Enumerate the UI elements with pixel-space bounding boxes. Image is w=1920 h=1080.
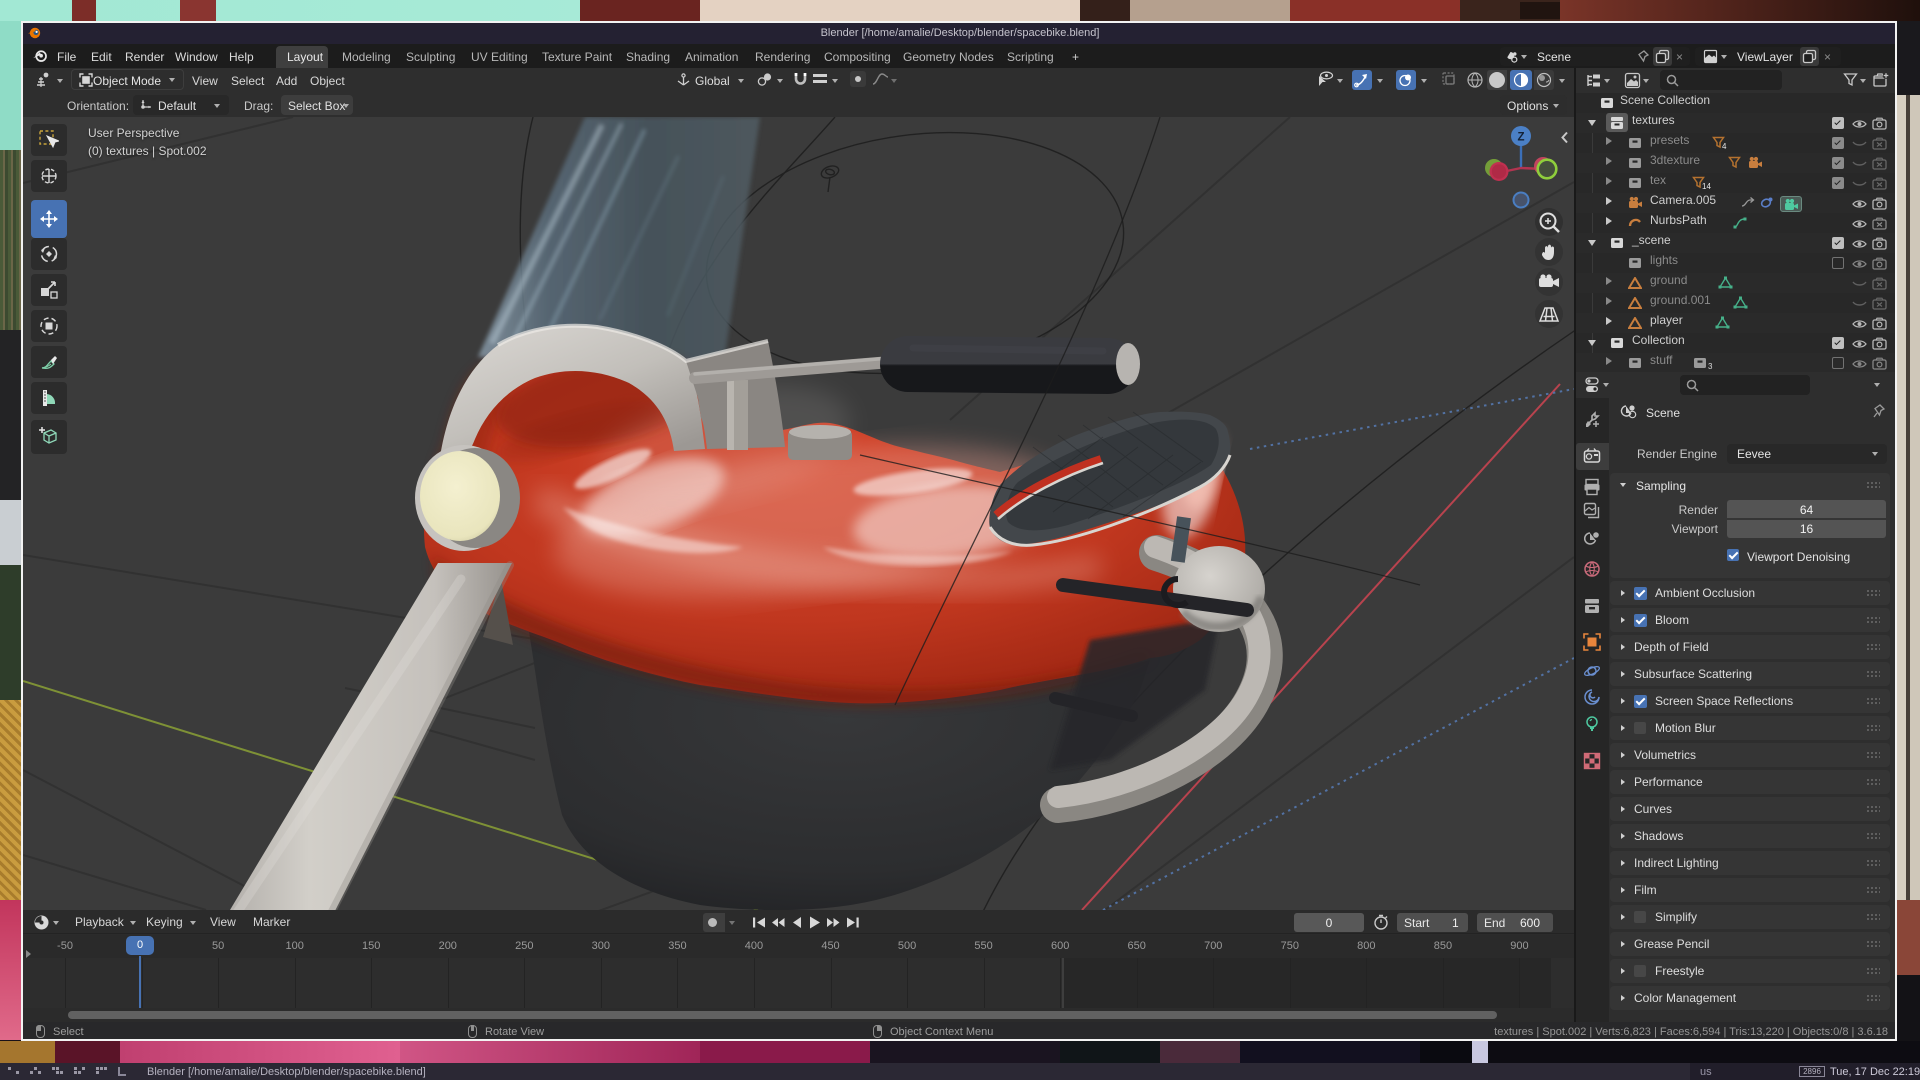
svg-text:Z: Z	[1517, 132, 1524, 144]
